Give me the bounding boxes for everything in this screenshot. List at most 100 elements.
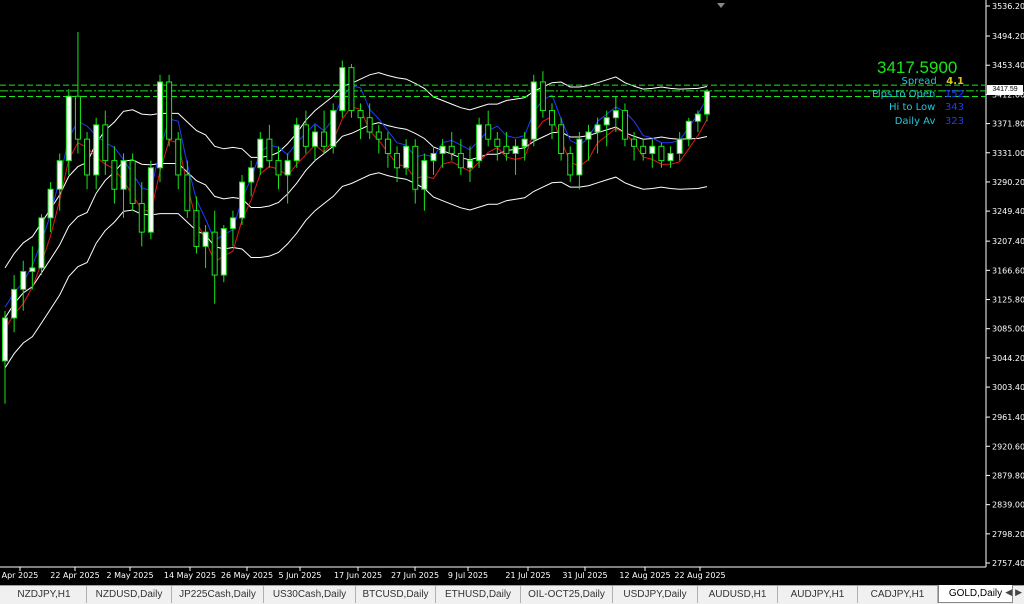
candle-body: [549, 110, 556, 126]
candle-body: [421, 160, 428, 190]
candle-body: [339, 67, 346, 112]
current-price-tag: 3417.59: [987, 85, 1023, 95]
spread-label: Spread: [901, 76, 937, 87]
candle-body: [457, 152, 464, 169]
x-tick-label: 5 Jun 2025: [278, 571, 321, 580]
tab-ethusd-daily[interactable]: ETHUSD,Daily: [436, 586, 521, 603]
candle-body: [193, 210, 200, 247]
tab-oil-oct25-daily[interactable]: OIL-OCT25,Daily: [521, 586, 613, 603]
x-tick-label: 31 Jul 2025: [562, 571, 607, 580]
tab-jp225cash-daily[interactable]: JP225Cash,Daily: [172, 586, 264, 603]
candle-body: [594, 124, 601, 133]
symbol-tab-bar: NZDJPY,H1 NZDUSD,Daily JP225Cash,Daily US30…: [0, 585, 1024, 604]
dailyav-value: 323: [944, 116, 964, 127]
y-tick-label: 3371.80: [992, 120, 1024, 129]
candle-body: [585, 131, 592, 140]
current-price-label: 3417.5900: [877, 58, 958, 77]
candle-body: [658, 145, 665, 162]
candle-body: [558, 124, 565, 154]
y-tick-label: 3044.20: [992, 354, 1024, 363]
x-tick-label: 12 Aug 2025: [619, 571, 670, 580]
candle-body: [412, 145, 419, 190]
candle-body: [156, 81, 163, 169]
price-chart[interactable]: 3536.203494.203453.403412.603371.803331.…: [0, 0, 1024, 585]
y-tick-label: 2920.60: [992, 442, 1024, 451]
pips-row: Pips to Open 152: [872, 89, 964, 100]
y-tick-label: 2757.40: [992, 559, 1024, 568]
candle-body: [676, 138, 683, 154]
candle-body: [403, 145, 410, 169]
candle-body: [375, 131, 382, 140]
candle-body: [20, 270, 27, 290]
candle-body: [694, 113, 701, 122]
tab-audusd-h1[interactable]: AUDUSD,H1: [698, 586, 778, 603]
candle-body: [166, 81, 173, 140]
x-tick-label: 21 Jul 2025: [505, 571, 550, 580]
candle-body: [366, 117, 373, 133]
y-tick-label: 3331.00: [992, 149, 1024, 158]
candle-body: [184, 174, 191, 212]
candle-body: [266, 138, 273, 162]
y-tick-label: 2879.80: [992, 471, 1024, 480]
candle-body: [603, 117, 610, 126]
candle-body: [248, 167, 255, 183]
candle-body: [47, 188, 54, 219]
candle-body: [111, 160, 118, 190]
candle-body: [530, 81, 537, 140]
candle-body: [93, 124, 100, 176]
y-tick-label: 3003.40: [992, 383, 1024, 392]
candle-body: [485, 124, 492, 140]
candle-body: [621, 110, 628, 140]
candle-body: [512, 145, 519, 154]
tab-nzdusd-daily[interactable]: NZDUSD,Daily: [87, 586, 172, 603]
candle-body: [202, 231, 209, 247]
pips-label: Pips to Open: [872, 89, 936, 100]
tab-cadjpy-h1[interactable]: CADJPY,H1: [858, 586, 938, 603]
tab-scroll-arrows[interactable]: ◀ ▶: [1005, 588, 1022, 598]
blue-ma-line: [4, 84, 708, 308]
candle-body: [640, 145, 647, 154]
candle-body: [129, 160, 136, 205]
y-tick-label: 3290.20: [992, 178, 1024, 187]
candle-body: [29, 267, 36, 272]
tab-us30cash-daily[interactable]: US30Cash,Daily: [264, 586, 356, 603]
tab-nzdjpy-h1[interactable]: NZDJPY,H1: [2, 586, 87, 603]
candle-body: [612, 110, 619, 119]
candle-body: [631, 138, 638, 147]
chart-area[interactable]: 3536.203494.203453.403412.603371.803331.…: [0, 0, 1024, 580]
x-tick-label: 26 May 2025: [221, 571, 273, 580]
chart-shift-marker: [717, 3, 725, 8]
tab-btcusd-daily[interactable]: BTCUSD,Daily: [356, 586, 436, 603]
candle-body: [384, 138, 391, 154]
candle-body: [466, 160, 473, 169]
candle-body: [494, 138, 501, 147]
candle-body: [84, 138, 91, 176]
x-tick-label: Apr 2025: [2, 571, 39, 580]
tab-gold-daily[interactable]: GOLD,Daily: [938, 585, 1013, 603]
candle-body: [302, 124, 309, 147]
candle-body: [275, 160, 282, 176]
candle-body: [175, 138, 182, 176]
candle-body: [503, 145, 510, 154]
candle-body: [56, 160, 63, 190]
y-tick-label: 2839.00: [992, 501, 1024, 510]
tab-audjpy-h1[interactable]: AUDJPY,H1: [778, 586, 858, 603]
candle-body: [138, 203, 145, 233]
candle-body: [703, 90, 711, 115]
x-tick-label: 9 Jul 2025: [448, 571, 488, 580]
pips-value: 152: [944, 89, 964, 100]
tab-usdjpy-daily[interactable]: USDJPY,Daily: [613, 586, 698, 603]
candle-body: [348, 67, 355, 112]
candle-body: [102, 124, 109, 162]
x-tick-label: 2 May 2025: [106, 571, 153, 580]
spread-row: Spread 4.1: [902, 76, 964, 87]
y-tick-label: 3494.20: [992, 32, 1024, 41]
candle-body: [120, 160, 127, 190]
candle-body: [65, 95, 72, 162]
candle-body: [11, 288, 18, 319]
candle-body: [239, 181, 246, 219]
candle-body: [321, 131, 328, 147]
candle-body: [284, 160, 291, 176]
hilo-label: Hi to Low: [888, 102, 936, 113]
candle-body: [38, 217, 45, 269]
